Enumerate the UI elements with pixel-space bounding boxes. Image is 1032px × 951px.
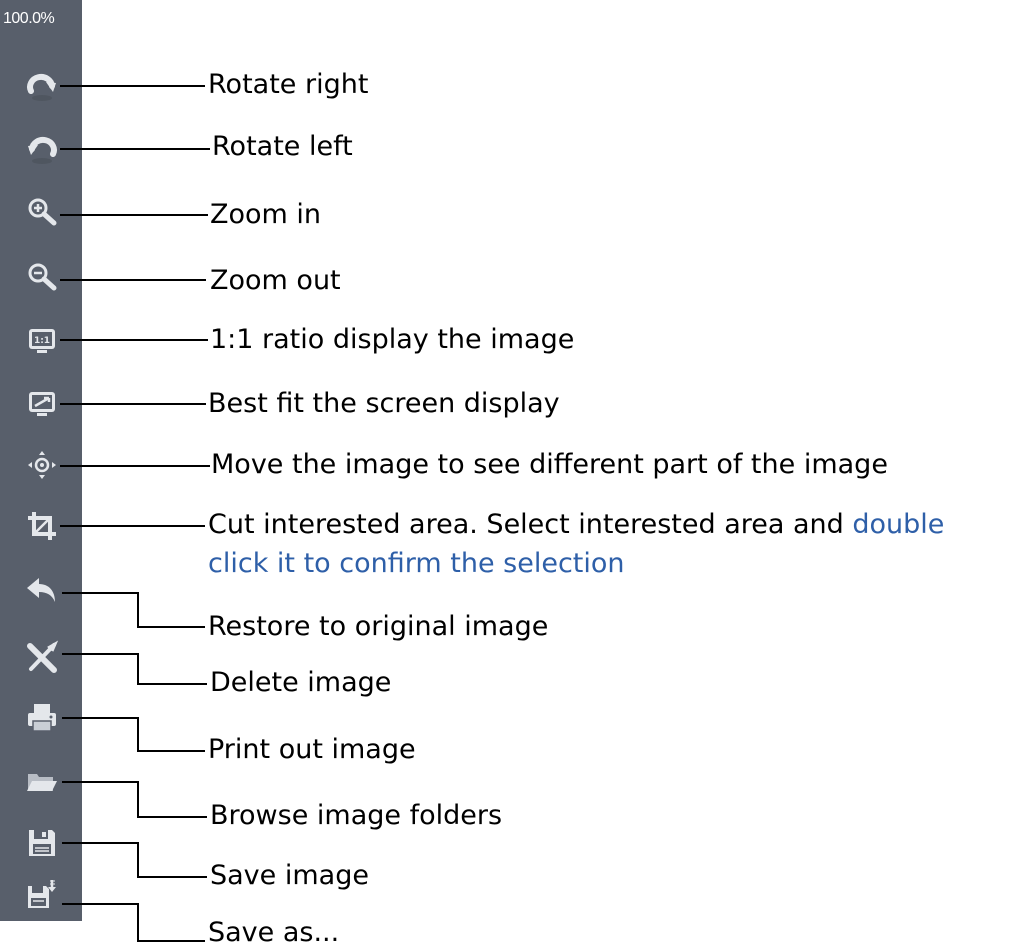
crop-icon [28,512,56,540]
callout-zoom-in: Zoom in [210,199,322,230]
zoom-out-button[interactable] [23,259,61,297]
delete-x-icon [27,640,59,673]
rotate-left-icon [28,136,57,164]
zoom-in-icon [28,198,57,226]
leader-browse [62,781,207,818]
restore-button[interactable] [23,572,61,610]
save-as-icon [28,880,56,908]
callout-crop-line2: click it to confirm the selection [208,548,625,579]
callout-move: Move the image to see different part of … [211,449,888,480]
crop-button[interactable] [23,507,61,545]
browse-folders-button[interactable] [23,762,61,800]
callout-save: Save image [210,860,369,891]
leader-save [62,842,207,878]
leader-print [62,717,205,752]
zoom-out-icon [28,263,57,291]
image-viewer-toolbar: 100.0% 1:1 [0,0,82,921]
zoom-in-button[interactable] [23,194,61,232]
zoom-level-readout: 100.0% [3,10,55,27]
print-button[interactable] [23,699,61,737]
floppy-disk-icon [29,830,55,856]
best-fit-button[interactable] [23,384,61,422]
printer-icon [28,704,56,732]
move-icon [28,451,56,479]
svg-text:1:1: 1:1 [34,336,50,346]
rotate-left-button[interactable] [23,132,61,170]
save-button[interactable] [23,824,61,862]
fit-screen-icon [29,392,55,416]
callout-zoom-out: Zoom out [210,265,341,296]
callout-print: Print out image [208,734,416,765]
rotate-right-button[interactable] [23,69,61,107]
leader-restore [62,592,205,628]
callout-rotate-left: Rotate left [212,131,353,162]
move-button[interactable] [23,446,61,484]
callout-rotate-right: Rotate right [208,69,369,100]
leader-save-as [62,903,205,942]
delete-button[interactable] [23,638,61,676]
one-to-one-icon: 1:1 [29,329,55,353]
rotate-right-icon [27,73,56,101]
callout-crop-line1: Cut interested area. Select interested a… [208,509,944,540]
callout-ratio: 1:1 ratio display the image [210,324,575,355]
callout-best-fit: Best fit the screen display [208,388,560,419]
callout-browse: Browse image folders [210,800,503,831]
callout-restore: Restore to original image [208,611,549,642]
callout-crop-highlight: double [852,509,945,540]
actual-size-button[interactable]: 1:1 [23,321,61,359]
callout-delete: Delete image [210,667,392,698]
save-as-button[interactable] [23,876,61,914]
callout-crop-text: Cut interested area. Select interested a… [208,509,853,540]
folder-icon [27,774,57,791]
undo-arrow-icon [27,578,55,602]
callout-save-as: Save as... [208,917,340,948]
leader-delete [62,653,207,685]
